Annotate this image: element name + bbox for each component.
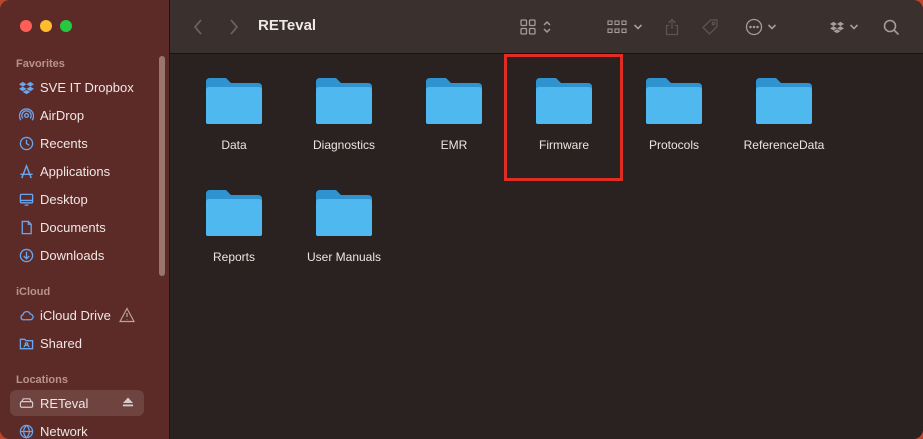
sidebar-item-documents[interactable]: Documents <box>10 214 144 240</box>
airdrop-icon <box>18 107 34 123</box>
tag-button[interactable] <box>700 16 720 38</box>
section-locations-header: Locations <box>16 374 68 386</box>
folder-label: ReferenceData <box>743 138 825 152</box>
folder-label: Reports <box>212 250 256 264</box>
sidebar: Favorites SVE IT Dropbox AirDrop Recents… <box>0 0 170 439</box>
dropbox-menu-button[interactable] <box>826 16 862 38</box>
file-browser-content: Data Diagnostics EMR Firmware Protocols … <box>170 54 923 439</box>
view-mode-button[interactable] <box>518 16 554 38</box>
ellipsis-circle-icon <box>745 18 763 36</box>
more-actions-button[interactable] <box>742 16 780 38</box>
tag-icon <box>702 19 718 35</box>
sidebar-item-shared[interactable]: Shared <box>10 330 144 356</box>
sidebar-item-label: RETeval <box>40 395 89 411</box>
sidebar-item-label: Applications <box>40 163 111 179</box>
folder-icon <box>316 78 372 124</box>
folder-item[interactable]: Protocols <box>626 76 722 176</box>
minimize-window-button[interactable] <box>40 20 52 32</box>
folder-item[interactable]: EMR <box>406 76 502 176</box>
folder-label: Protocols <box>648 138 700 152</box>
sidebar-item-sve-it-dropbox[interactable]: SVE IT Dropbox <box>10 74 144 100</box>
close-window-button[interactable] <box>20 20 32 32</box>
window-title: RETeval <box>258 17 317 34</box>
group-grid-icon <box>607 20 627 34</box>
back-button[interactable] <box>188 16 208 38</box>
folder-icon <box>756 78 812 124</box>
search-button[interactable] <box>880 16 902 38</box>
folder-item[interactable]: ReferenceData <box>736 76 832 176</box>
forward-button[interactable] <box>224 16 244 38</box>
sidebar-item-label: Network <box>40 423 88 439</box>
clock-icon <box>18 135 34 151</box>
sidebar-item-recents[interactable]: Recents <box>10 130 144 156</box>
chevron-updown-icon <box>543 20 551 34</box>
sidebar-item-label: SVE IT Dropbox <box>40 79 134 95</box>
sidebar-item-airdrop[interactable]: AirDrop <box>10 102 144 128</box>
sidebar-item-network[interactable]: Network <box>10 418 144 439</box>
sidebar-item-label: Recents <box>40 135 88 151</box>
folder-icon <box>206 190 262 236</box>
folder-icon <box>316 190 372 236</box>
chevron-down-icon <box>767 24 777 30</box>
dropbox-icon <box>18 79 34 95</box>
eject-icon[interactable] <box>122 396 134 408</box>
chevron-left-icon <box>193 19 202 35</box>
chevron-down-icon <box>633 24 643 30</box>
sidebar-item-label: AirDrop <box>40 107 85 123</box>
chevron-down-icon <box>849 24 859 30</box>
folder-label: User Manuals <box>306 250 382 264</box>
applications-icon <box>18 163 34 179</box>
folder-icon <box>206 78 262 124</box>
network-icon <box>18 423 34 439</box>
share-icon <box>665 18 679 36</box>
desktop-icon <box>18 191 34 207</box>
sidebar-item-desktop[interactable]: Desktop <box>10 186 144 212</box>
section-favorites-header: Favorites <box>16 58 65 70</box>
section-icloud-header: iCloud <box>16 286 51 298</box>
dropbox-icon <box>830 21 844 34</box>
sidebar-item-downloads[interactable]: Downloads <box>10 242 144 268</box>
folder-label: EMR <box>440 138 468 152</box>
folder-icon <box>646 78 702 124</box>
share-button[interactable] <box>662 16 682 38</box>
chevron-right-icon <box>230 19 239 35</box>
folder-item[interactable]: Diagnostics <box>296 76 392 176</box>
shared-folder-icon <box>18 335 34 351</box>
highlight-annotation-box <box>504 54 623 181</box>
folder-item[interactable]: Data <box>186 76 282 176</box>
folder-label: Data <box>221 138 247 152</box>
sidebar-item-label: iCloud Drive <box>40 307 111 323</box>
sidebar-item-label: Downloads <box>40 247 105 263</box>
cloud-icon <box>18 307 34 323</box>
sidebar-item-icloud-drive[interactable]: iCloud Drive <box>10 302 144 328</box>
sidebar-item-reteval[interactable]: RETeval <box>10 390 144 416</box>
fullscreen-window-button[interactable] <box>60 20 72 32</box>
sidebar-item-label: Documents <box>40 219 106 235</box>
toolbar: RETeval <box>170 0 923 54</box>
group-by-button[interactable] <box>606 16 644 38</box>
icon-grid-icon <box>520 19 536 35</box>
folder-item[interactable]: User Manuals <box>296 188 392 288</box>
warning-icon <box>118 307 135 323</box>
drive-icon <box>18 395 34 411</box>
folder-label: Diagnostics <box>312 138 376 152</box>
sidebar-item-label: Desktop <box>40 191 88 207</box>
sidebar-item-label: Shared <box>40 335 82 351</box>
folder-icon <box>426 78 482 124</box>
sidebar-item-applications[interactable]: Applications <box>10 158 144 184</box>
search-icon <box>883 19 899 35</box>
download-icon <box>18 247 34 263</box>
sidebar-scrollbar[interactable] <box>159 56 165 276</box>
document-icon <box>18 219 34 235</box>
folder-item[interactable]: Reports <box>186 188 282 288</box>
finder-window: Favorites SVE IT Dropbox AirDrop Recents… <box>0 0 923 439</box>
